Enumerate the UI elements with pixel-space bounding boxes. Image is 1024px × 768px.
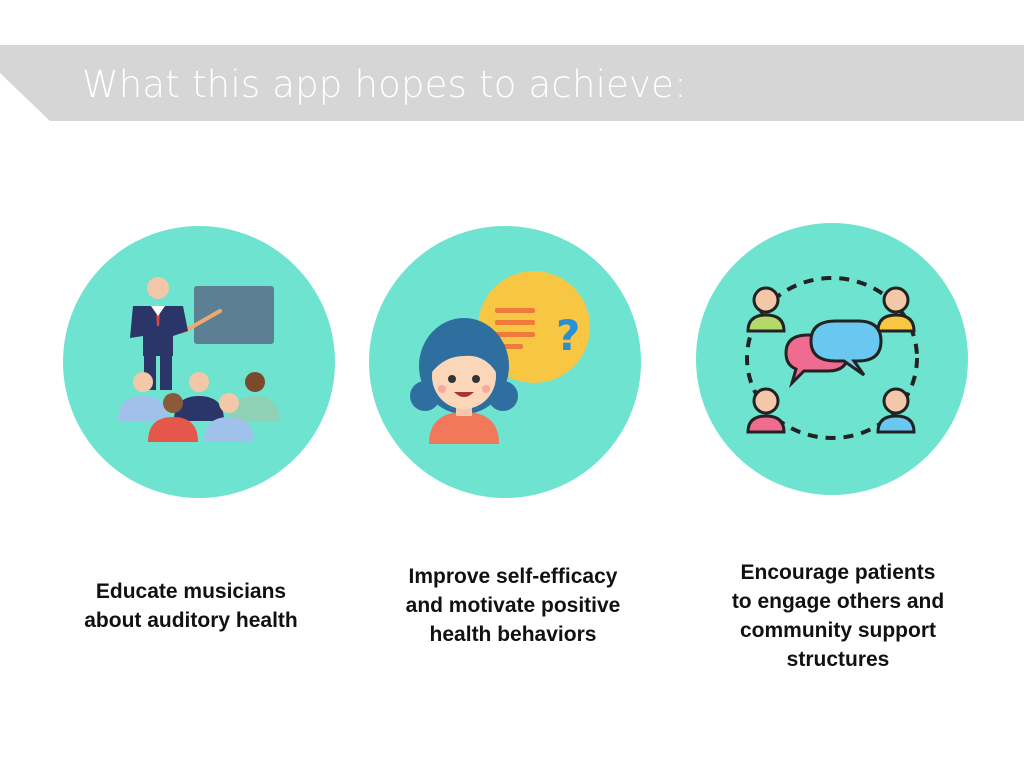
goal-3-caption: Encourage patients to engage others and …	[688, 558, 988, 674]
goal-1-caption-line: Educate musicians	[95, 580, 287, 603]
goal-3-caption-line: to engage others and	[731, 590, 945, 613]
community-chat-icon	[745, 276, 919, 440]
goal-1-caption-line: about auditory health	[84, 609, 298, 632]
title-band: What this app hopes to achieve:	[0, 45, 1024, 121]
goal-3-circle	[696, 223, 968, 495]
goal-1-circle	[63, 226, 335, 498]
goal-3-caption-line: community support	[739, 619, 936, 642]
goal-2-caption: Improve self-efficacy and motivate posit…	[363, 562, 663, 649]
goal-2-circle: ?	[369, 226, 641, 498]
goal-3-caption-line: Encourage patients	[740, 561, 936, 584]
goal-1-caption: Educate musicians about auditory health	[41, 577, 341, 635]
goal-2-caption-line: and motivate positive	[405, 594, 621, 617]
goal-2-caption-line: Improve self-efficacy	[408, 565, 618, 588]
goal-3-caption-line: structures	[786, 648, 890, 671]
teacher-presentation-icon	[118, 277, 280, 442]
slide-title: What this app hopes to achieve:	[82, 63, 687, 106]
goal-2-caption-line: health behaviors	[429, 623, 597, 646]
person-question-icon: ?	[410, 271, 590, 444]
svg-text:?: ?	[556, 311, 580, 360]
